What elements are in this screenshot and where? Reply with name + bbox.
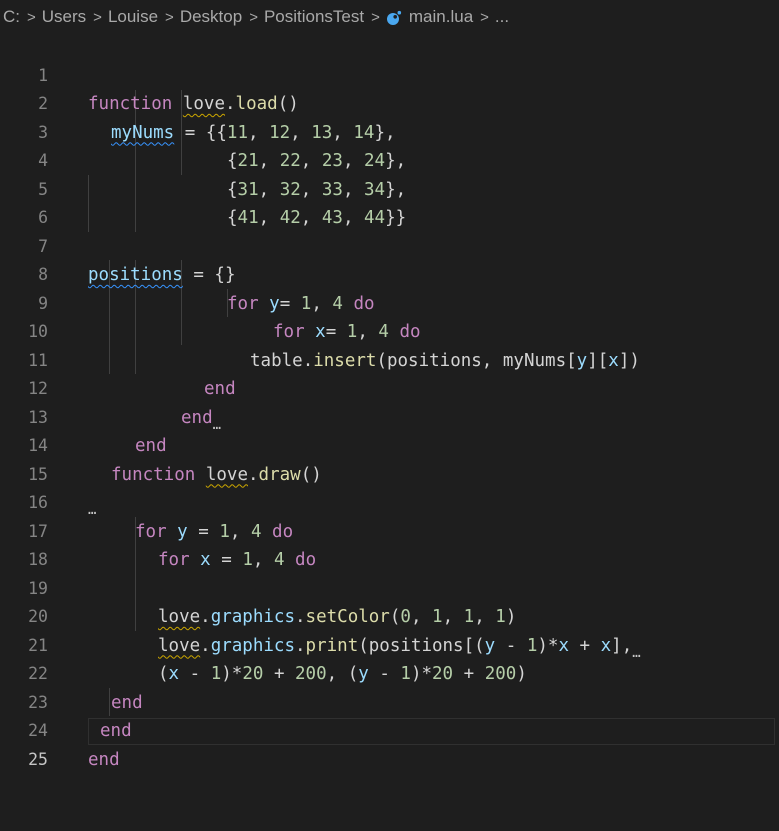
code-line[interactable]: 14 function love.draw() (0, 404, 779, 485)
code-line[interactable]: 7 positions = {} (0, 204, 779, 286)
breadcrumb-file[interactable]: main.lua (409, 7, 473, 27)
code-line[interactable]: 17 for x = 1, 4 do (0, 489, 779, 571)
code-line[interactable]: 5 {41, 42, 43, 44}} (0, 147, 779, 229)
code-line[interactable]: 1 function love.load() (0, 33, 779, 115)
code-line[interactable]: 6 (0, 176, 779, 227)
line-number: 25 (28, 749, 48, 769)
code-text: end (88, 749, 120, 770)
code-line[interactable]: 13 end (0, 375, 779, 457)
code-line[interactable]: 22 end (0, 632, 779, 713)
breadcrumb-louise[interactable]: Louise (108, 7, 158, 27)
code-line[interactable]: 12 end… (0, 347, 779, 433)
chevron-right-icon: > (27, 8, 36, 26)
code-line[interactable]: 23 end (0, 660, 779, 742)
code-line[interactable]: 10 table.insert(positions, myNums[y][x]) (0, 290, 779, 371)
code-line[interactable]: 16 for y = 1, 4 do (0, 461, 779, 542)
chevron-right-icon: > (371, 8, 380, 26)
code-line[interactable]: 9 for x= 1, 4 do (0, 261, 779, 343)
breadcrumb-more[interactable]: ... (495, 7, 509, 27)
code-line[interactable]: 15 … (0, 432, 779, 519)
breadcrumb-drive[interactable]: C: (3, 7, 20, 27)
code-line[interactable]: 21 (x - 1)*20 + 200, (y - 1)*20 + 200) (0, 603, 779, 685)
code-line[interactable]: 18 (0, 518, 779, 569)
code-line[interactable]: 8 for y= 1, 4 do (0, 233, 779, 314)
code-line-current[interactable]: 25 (0, 717, 779, 769)
chevron-right-icon: > (249, 8, 258, 26)
code-line[interactable]: 24 end (0, 689, 779, 770)
code-line[interactable]: 4 {31, 32, 33, 34}, (0, 119, 779, 200)
code-line[interactable]: 2 myNums = {{11, 12, 13, 14}, (0, 62, 779, 143)
breadcrumb-desktop[interactable]: Desktop (180, 7, 242, 27)
code-line[interactable]: 3 {21, 22, 23, 24}, (0, 90, 779, 172)
breadcrumb-users[interactable]: Users (42, 7, 86, 27)
breadcrumb: C: > Users > Louise > Desktop > Position… (0, 0, 779, 34)
chevron-right-icon: > (480, 8, 489, 26)
breadcrumb-positionstest[interactable]: PositionsTest (264, 7, 364, 27)
code-line[interactable]: 19 love.graphics.setColor(0, 1, 1, 1) (0, 546, 779, 628)
code-line[interactable]: 11 end (0, 318, 779, 400)
code-line[interactable]: 20 love.graphics.print(positions[(y - 1)… (0, 575, 779, 661)
code-editor[interactable]: 1 function love.load() 2 myNums = {{11, … (0, 33, 779, 770)
chevron-right-icon: > (165, 8, 174, 26)
lua-file-icon (386, 10, 402, 26)
chevron-right-icon: > (93, 8, 102, 26)
